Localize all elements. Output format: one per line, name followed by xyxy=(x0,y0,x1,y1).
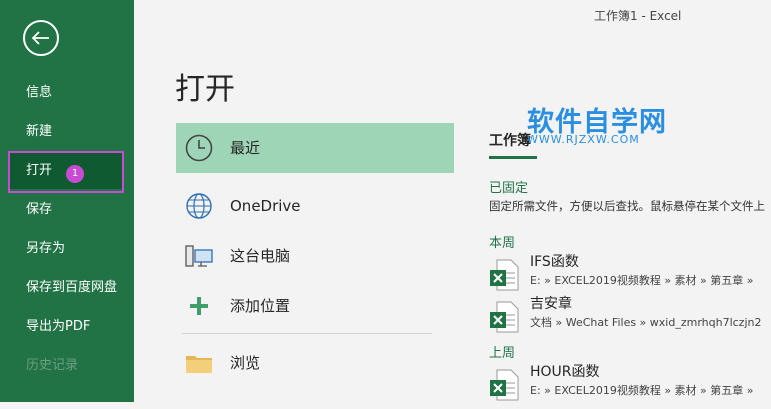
clock-icon xyxy=(185,134,213,162)
excel-file-icon xyxy=(490,369,519,401)
arrow-left-icon xyxy=(32,31,49,45)
place-onedrive[interactable]: OneDrive xyxy=(176,181,454,231)
plus-icon xyxy=(190,297,208,315)
place-label: OneDrive xyxy=(230,197,301,215)
file-name: IFS函数 xyxy=(530,254,579,270)
place-label: 最近 xyxy=(230,139,261,157)
section-pinned: 已固定 xyxy=(489,181,529,196)
tab-underline xyxy=(489,156,537,159)
recent-tabs: 工作簿 xyxy=(489,130,537,159)
backstage-sidebar: 信息 新建 打开 保存 另存为 保存到百度网盘 导出为PDF 历史记录 xyxy=(0,0,134,402)
file-path: 文档 » WeChat Files » wxid_zmrhqh7lczjn2 xyxy=(530,316,762,329)
window-title: 工作簿1 - Excel xyxy=(594,9,682,23)
excel-file-icon xyxy=(490,301,519,333)
nav-export-pdf[interactable]: 导出为PDF xyxy=(0,309,134,345)
nav-save-to-baidu[interactable]: 保存到百度网盘 xyxy=(0,270,134,306)
page-title: 打开 xyxy=(175,72,235,107)
folder-icon xyxy=(186,356,212,373)
pinned-description: 固定所需文件，方便以后查找。鼠标悬停在某个文件上 xyxy=(489,199,765,213)
nav-new[interactable]: 新建 xyxy=(0,114,134,150)
nav-history: 历史记录 xyxy=(26,358,79,373)
computer-icon xyxy=(185,245,213,267)
place-this-pc[interactable]: 这台电脑 xyxy=(176,231,454,281)
divider xyxy=(182,333,432,334)
watermark-url: WWW.RJZXW.COM xyxy=(527,133,640,146)
section-this-week: 本周 xyxy=(489,236,516,251)
file-name: 吉安章 xyxy=(530,296,572,312)
file-name: HOUR函数 xyxy=(530,364,600,380)
place-label: 添加位置 xyxy=(230,297,291,315)
file-path: E: » EXCEL2019视频教程 » 素材 » 第五章 » xyxy=(530,274,754,287)
file-path: E: » EXCEL2019视频教程 » 素材 » 第五章 » xyxy=(530,384,754,397)
place-recent[interactable]: 最近 xyxy=(176,123,454,173)
globe-icon xyxy=(186,193,212,219)
nav-info[interactable]: 信息 xyxy=(0,75,134,111)
section-last-week: 上周 xyxy=(489,346,516,361)
place-label: 这台电脑 xyxy=(230,247,291,265)
nav-save-as[interactable]: 另存为 xyxy=(0,231,134,267)
file-item[interactable]: IFS函数 E: » EXCEL2019视频教程 » 素材 » 第五章 » xyxy=(489,251,771,299)
place-label: 浏览 xyxy=(230,354,261,372)
back-button[interactable] xyxy=(23,20,59,56)
place-browse[interactable]: 浏览 xyxy=(176,338,454,388)
file-item[interactable]: 吉安章 文档 » WeChat Files » wxid_zmrhqh7lczj… xyxy=(489,293,771,341)
excel-file-icon xyxy=(490,259,519,291)
step-badge: 1 xyxy=(66,165,84,183)
nav-save[interactable]: 保存 xyxy=(0,192,134,228)
place-add-location[interactable]: 添加位置 xyxy=(176,281,454,331)
tab-workbooks[interactable]: 工作簿 xyxy=(489,130,531,150)
